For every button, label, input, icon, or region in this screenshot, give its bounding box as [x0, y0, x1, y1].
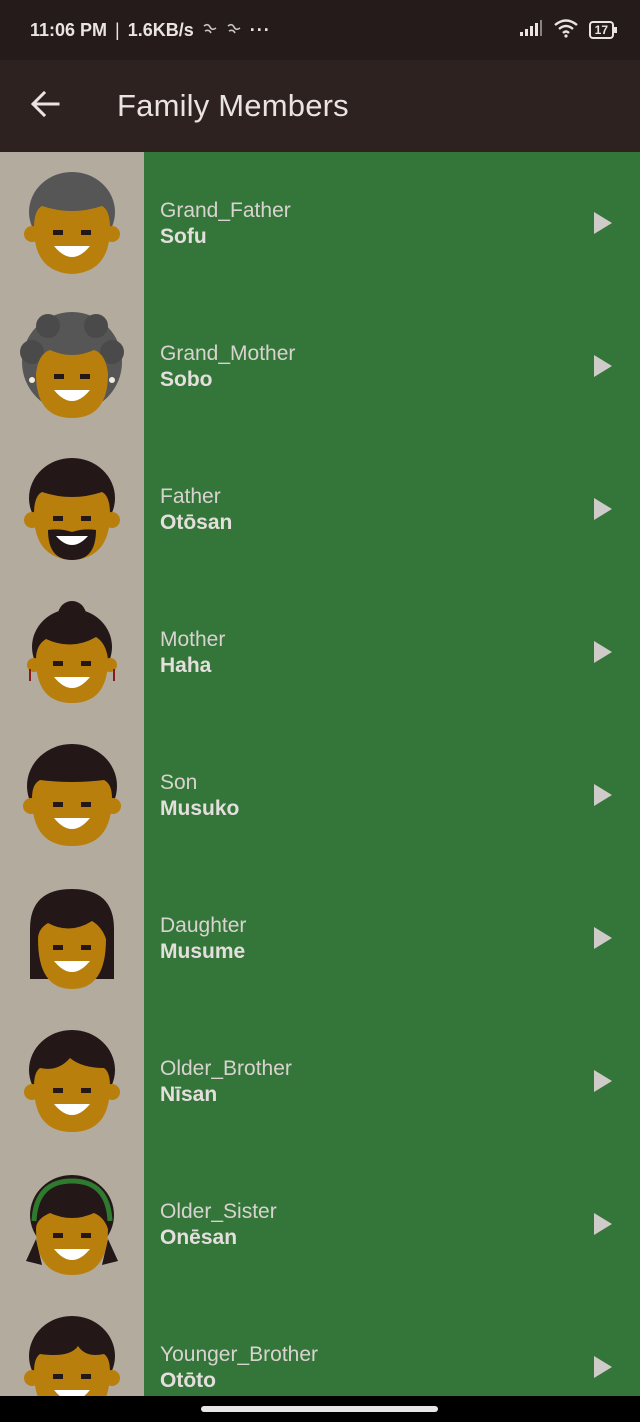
- avatar-cell: [0, 295, 144, 438]
- list-item[interactable]: Younger_Brother Otōto: [0, 1296, 640, 1396]
- japanese-label: Nīsan: [160, 1082, 218, 1106]
- list-item[interactable]: Mother Haha: [0, 581, 640, 724]
- status-time: 11:06 PM: [30, 19, 108, 40]
- play-icon[interactable]: [594, 1070, 612, 1092]
- more-notifications-icon: ···: [249, 19, 271, 40]
- arrow-left-icon: [30, 90, 60, 122]
- older-brother-avatar: [24, 1029, 120, 1132]
- avatar-cell: [0, 867, 144, 1010]
- status-left: 11:06 PM | 1.6KB/s ···: [30, 20, 271, 41]
- japanese-label: Musume: [160, 939, 246, 963]
- avatar-cell: [0, 1296, 144, 1396]
- japanese-label: Sofu: [160, 224, 207, 248]
- wifi-icon: [553, 18, 579, 43]
- avatar-cell: [0, 581, 144, 724]
- play-icon[interactable]: [594, 1356, 612, 1378]
- navigation-bar: [0, 1396, 640, 1422]
- play-icon[interactable]: [594, 498, 612, 520]
- row-text: Older_Sister Onēsan: [144, 1153, 640, 1296]
- son-avatar: [23, 743, 121, 846]
- play-icon[interactable]: [594, 355, 612, 377]
- play-icon[interactable]: [594, 784, 612, 806]
- play-icon[interactable]: [594, 641, 612, 663]
- row-text: Grand_Mother Sobo: [144, 295, 640, 438]
- play-icon[interactable]: [594, 927, 612, 949]
- japanese-label: Onēsan: [160, 1225, 238, 1249]
- avatar-cell: [0, 438, 144, 581]
- japanese-label: Musuko: [160, 796, 240, 820]
- list-item[interactable]: Older_Sister Onēsan: [0, 1153, 640, 1296]
- status-bar: 11:06 PM | 1.6KB/s ··· 17: [0, 0, 640, 60]
- list-item[interactable]: Grand_Mother Sobo: [0, 295, 640, 438]
- notification-icon: [202, 22, 218, 39]
- list-item[interactable]: Daughter Musume: [0, 867, 640, 1010]
- row-text: Older_Brother Nīsan: [144, 1010, 640, 1153]
- signal-icon: [519, 19, 543, 42]
- list-item[interactable]: Grand_Father Sofu: [0, 152, 640, 295]
- row-text: Younger_Brother Otōto: [144, 1296, 640, 1396]
- family-members-list: Grand_Father Sofu Grand_Mother Sobo Fath…: [0, 152, 640, 1396]
- japanese-label: Otōto: [160, 1368, 216, 1392]
- english-label: Younger_Brother: [160, 1342, 319, 1366]
- japanese-label: Sobo: [160, 367, 213, 391]
- english-label: Mother: [160, 627, 226, 651]
- list-item[interactable]: Older_Brother Nīsan: [0, 1010, 640, 1153]
- english-label: Son: [160, 770, 198, 794]
- daughter-avatar: [30, 888, 114, 989]
- row-text: Father Otōsan: [144, 438, 640, 581]
- row-text: Son Musuko: [144, 724, 640, 867]
- status-separator: |: [115, 19, 120, 40]
- app-bar: Family Members: [0, 60, 640, 152]
- english-label: Grand_Father: [160, 198, 291, 222]
- japanese-label: Haha: [160, 653, 212, 677]
- father-avatar: [24, 457, 120, 560]
- notification-icon: [226, 22, 242, 39]
- play-icon[interactable]: [594, 212, 612, 234]
- avatar-cell: [0, 1010, 144, 1153]
- english-label: Grand_Mother: [160, 341, 296, 365]
- battery-icon: 17: [588, 21, 618, 39]
- avatar-cell: [0, 724, 144, 867]
- younger-brother-avatar: [24, 1315, 120, 1396]
- network-speed: 1.6KB/s: [127, 19, 194, 40]
- english-label: Father: [160, 484, 221, 508]
- grandmother-avatar: [20, 311, 124, 418]
- list-item[interactable]: Son Musuko: [0, 724, 640, 867]
- page-title: Family Members: [117, 88, 349, 123]
- home-gesture-handle[interactable]: [201, 1406, 438, 1412]
- avatar-cell: [0, 152, 144, 295]
- japanese-label: Otōsan: [160, 510, 233, 534]
- list-item[interactable]: Father Otōsan: [0, 438, 640, 581]
- avatar-cell: [0, 1153, 144, 1296]
- older-sister-avatar: [26, 1174, 118, 1275]
- row-text: Mother Haha: [144, 581, 640, 724]
- back-button[interactable]: [0, 60, 90, 152]
- status-right: 17: [519, 18, 618, 43]
- english-label: Daughter: [160, 913, 247, 937]
- row-text: Grand_Father Sofu: [144, 152, 640, 295]
- english-label: Older_Brother: [160, 1056, 292, 1080]
- mother-avatar: [27, 600, 117, 703]
- english-label: Older_Sister: [160, 1199, 277, 1223]
- grandfather-avatar: [24, 171, 120, 274]
- play-icon[interactable]: [594, 1213, 612, 1235]
- row-text: Daughter Musume: [144, 867, 640, 1010]
